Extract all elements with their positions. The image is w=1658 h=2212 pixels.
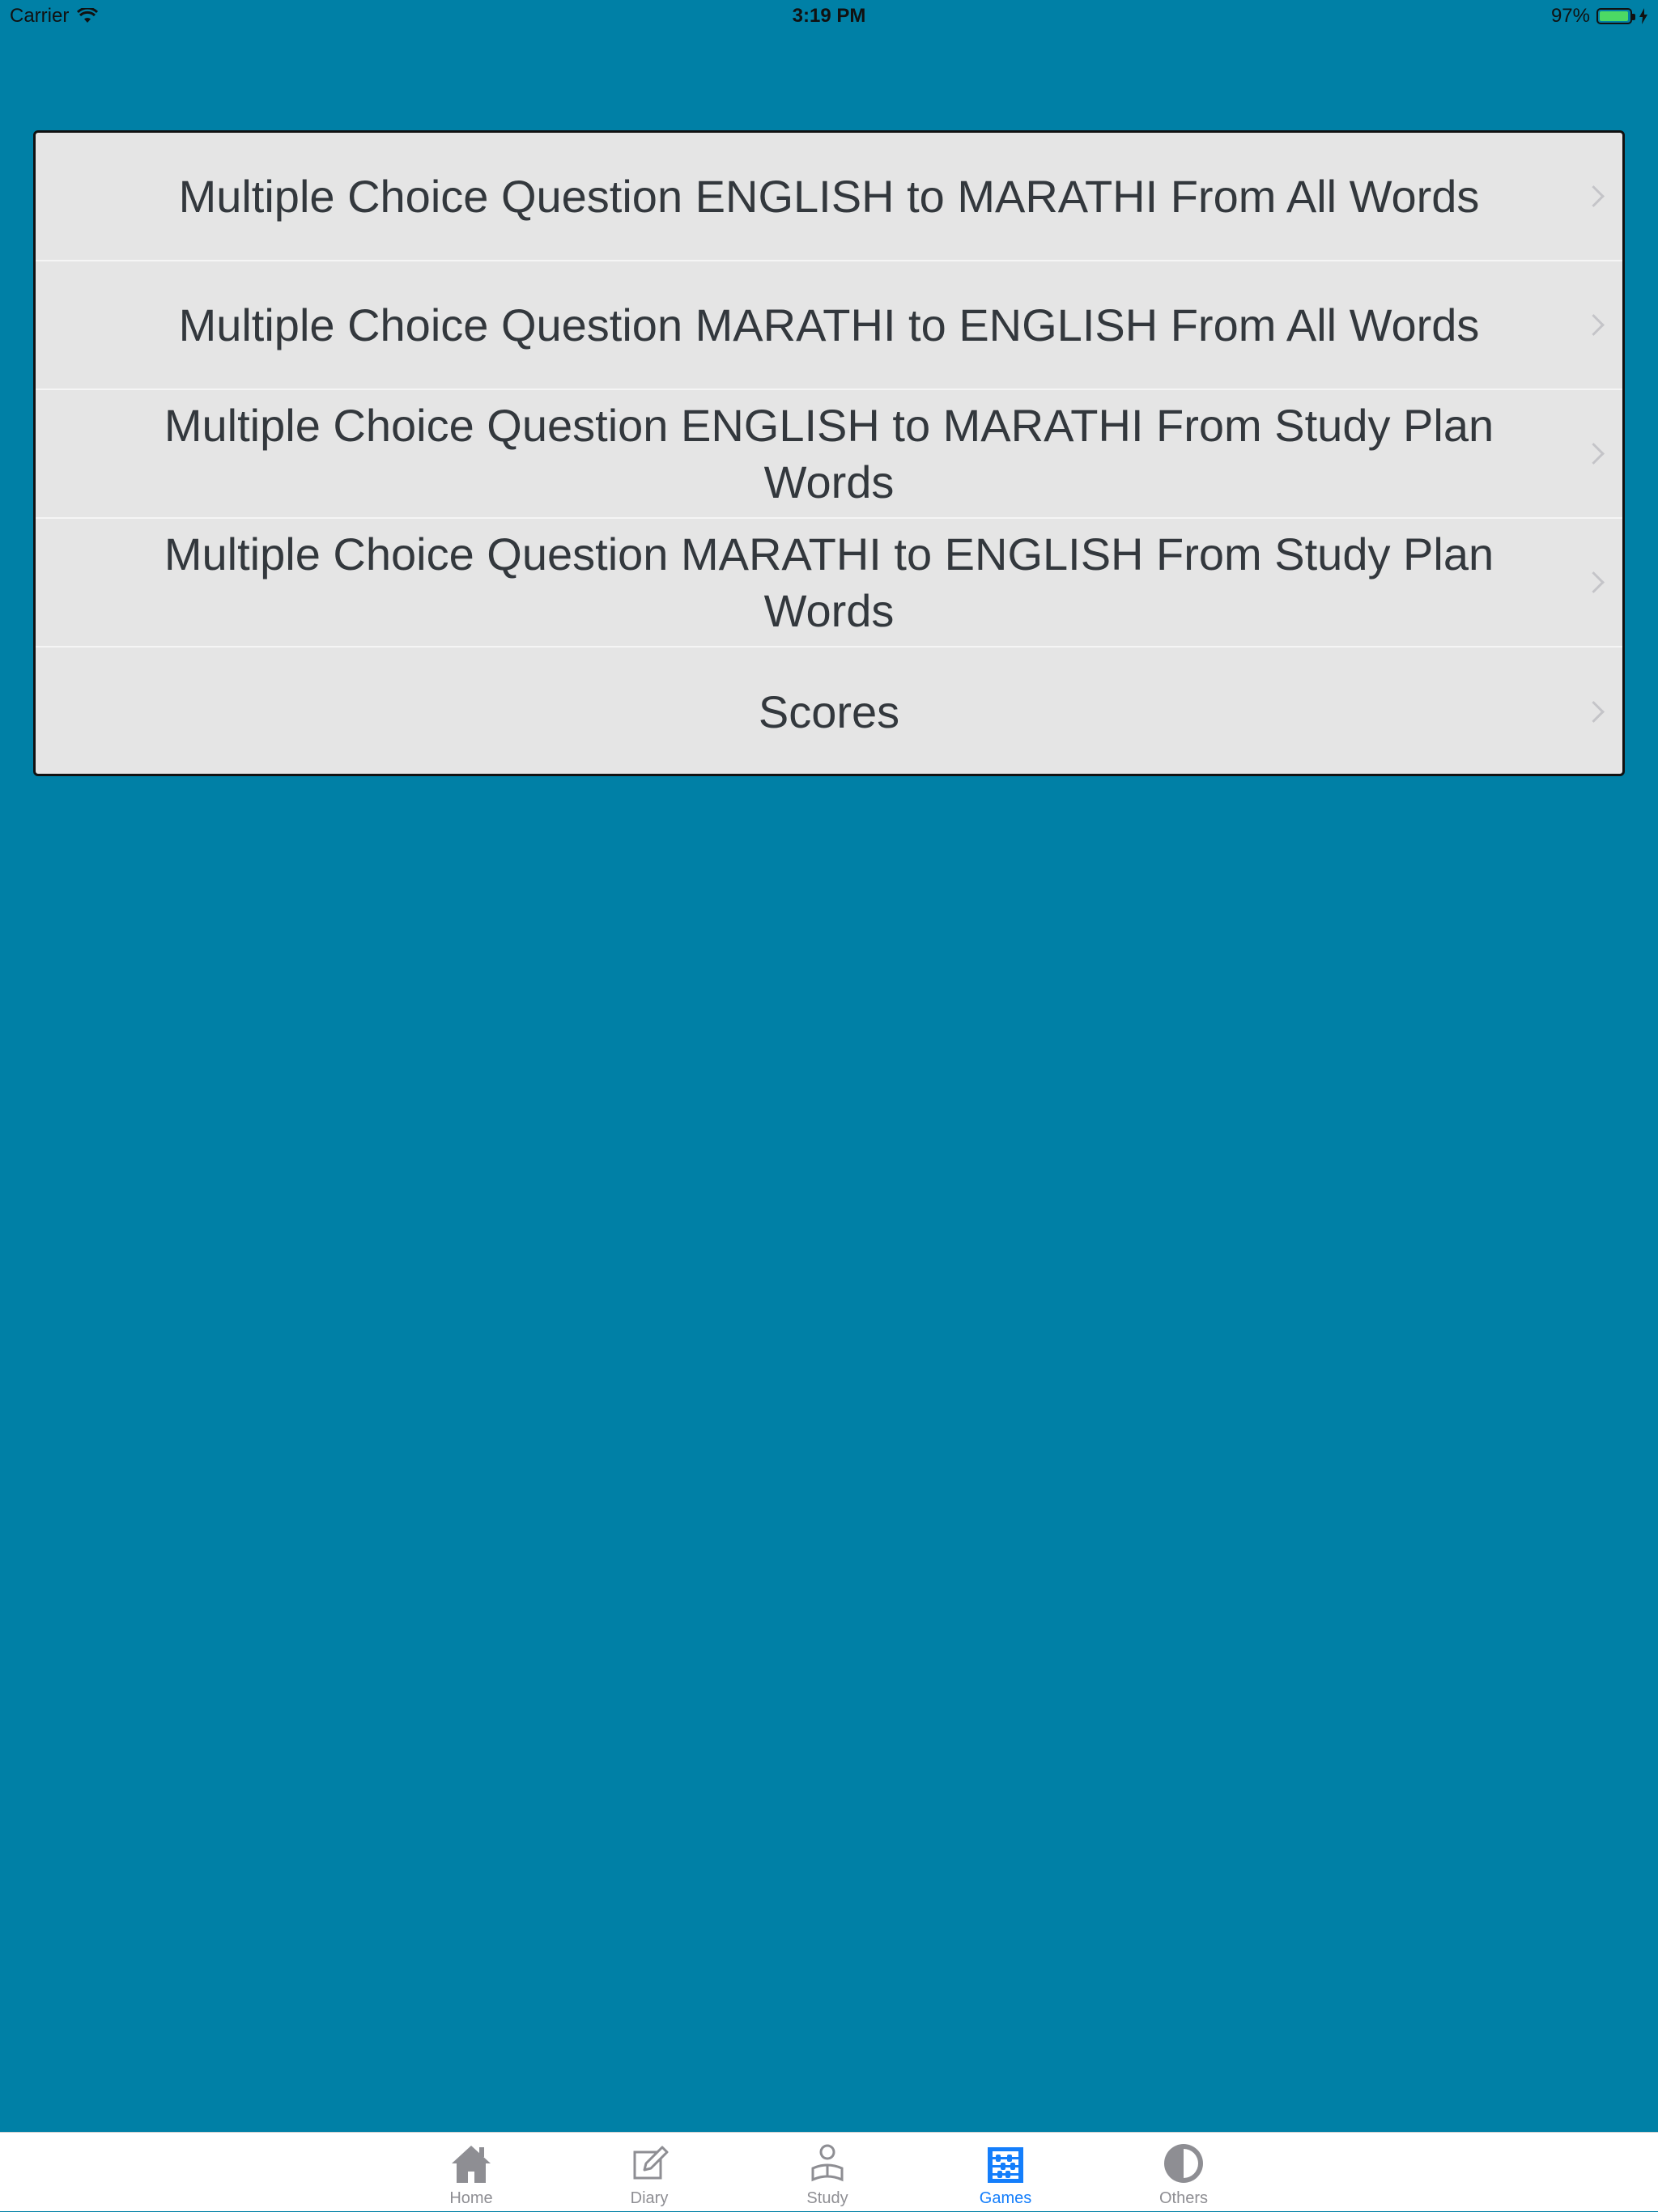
games-icon [988, 2147, 1023, 2183]
chevron-right-icon [1583, 571, 1605, 593]
tab-label: Others [1158, 2189, 1209, 2207]
diary-icon [633, 2146, 669, 2180]
menu-item-label: Multiple Choice Question ENGLISH to MARA… [178, 170, 1480, 222]
tab-home[interactable]: Home [414, 2133, 528, 2212]
tab-others[interactable]: Others [1127, 2133, 1240, 2212]
battery-fill [1600, 11, 1628, 21]
menu-item-label: Multiple Choice Question MARATHI to ENGL… [164, 528, 1494, 636]
tab-bar: Home Diary Study Games Others [0, 2132, 1658, 2211]
tab-label: Home [449, 2189, 493, 2207]
tab-label: Study [806, 2189, 848, 2207]
menu-item-mcq-marathi-to-english-all[interactable]: Multiple Choice Question MARATHI to ENGL… [36, 261, 1622, 390]
charging-bolt-icon [1639, 8, 1647, 24]
battery-icon [1596, 8, 1635, 24]
chevron-right-icon [1583, 313, 1605, 336]
tab-study[interactable]: Study [771, 2133, 884, 2212]
tab-label: Diary [630, 2189, 669, 2207]
menu-item-label: Multiple Choice Question MARATHI to ENGL… [178, 299, 1480, 350]
menu-item-mcq-english-to-marathi-study-plan[interactable]: Multiple Choice Question ENGLISH to MARA… [36, 390, 1622, 519]
menu-item-label: Scores [758, 686, 900, 737]
chevron-right-icon [1583, 700, 1605, 723]
menu-item-mcq-marathi-to-english-study-plan[interactable]: Multiple Choice Question MARATHI to ENGL… [36, 519, 1622, 647]
others-icon [1164, 2144, 1203, 2183]
tab-diary[interactable]: Diary [593, 2133, 706, 2212]
study-icon [811, 2144, 844, 2182]
chevron-right-icon [1583, 185, 1605, 207]
menu-item-scores[interactable]: Scores [36, 647, 1622, 774]
games-menu: Multiple Choice Question ENGLISH to MARA… [33, 130, 1625, 776]
battery-percent: 97% [1550, 5, 1590, 27]
home-icon [452, 2146, 491, 2183]
tab-games[interactable]: Games [949, 2133, 1062, 2212]
chevron-right-icon [1583, 442, 1605, 465]
status-time: 3:19 PM [792, 5, 866, 27]
tab-label: Games [979, 2189, 1032, 2207]
status-bar: Carrier 3:19 PM 97% [0, 0, 1658, 32]
status-right: 97% [1551, 5, 1648, 28]
menu-item-label: Multiple Choice Question ENGLISH to MARA… [164, 399, 1494, 507]
menu-item-mcq-english-to-marathi-all[interactable]: Multiple Choice Question ENGLISH to MARA… [36, 133, 1622, 261]
